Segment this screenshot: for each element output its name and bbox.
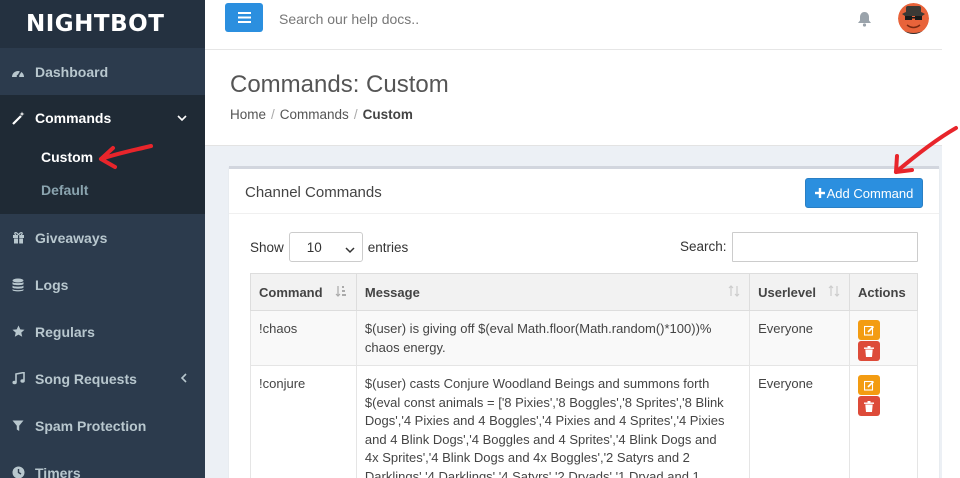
show-label: Show [250, 239, 284, 255]
sidebar-item-giveaways[interactable]: Giveaways [0, 214, 205, 261]
sidebar-item-regulars[interactable]: Regulars [0, 308, 205, 355]
delete-button[interactable] [858, 396, 880, 416]
trash-icon [864, 400, 874, 412]
show-entries: Show 10 entries [250, 232, 408, 262]
sidebar-item-label: Spam Protection [35, 417, 147, 434]
userlevel-cell: Everyone [749, 310, 850, 366]
gift-icon [11, 231, 25, 245]
hamburger-icon [237, 12, 251, 23]
breadcrumb: Home / Commands / Custom [230, 107, 413, 122]
magic-wand-icon [11, 111, 25, 125]
sidebar-subitem-default[interactable]: Default [0, 173, 205, 206]
delete-button[interactable] [858, 341, 880, 361]
edit-button[interactable] [858, 320, 880, 340]
entries-per-page-select[interactable]: 10 [288, 232, 363, 262]
column-header-userlevel[interactable]: Userlevel [749, 273, 850, 311]
sidebar-item-dashboard[interactable]: Dashboard [0, 48, 205, 95]
edit-icon [863, 325, 874, 336]
sidebar-item-commands[interactable]: Commands [0, 95, 205, 140]
breadcrumb-home[interactable]: Home [230, 107, 266, 122]
help-search-input[interactable] [279, 6, 739, 32]
breadcrumb-separator: / [353, 107, 358, 122]
commands-table: Command Message Userlevel Actions !chaos… [250, 273, 918, 478]
clock-icon [11, 466, 25, 478]
entries-value: 10 [306, 239, 322, 255]
plus-icon [814, 186, 825, 201]
content-header: Commands: Custom Home / Commands / Custo… [205, 50, 942, 146]
sidebar-item-label: Logs [35, 276, 69, 293]
music-icon [11, 372, 25, 386]
database-icon [11, 278, 25, 292]
chevron-left-icon [180, 372, 187, 386]
sort-icon [828, 285, 840, 300]
add-command-label: Add Command [826, 185, 914, 201]
chevron-down-icon [177, 111, 187, 125]
sidebar-item-logs[interactable]: Logs [0, 261, 205, 308]
sidebar-item-spam-protection[interactable]: Spam Protection [0, 402, 205, 449]
add-command-button[interactable]: Add Command [805, 178, 923, 208]
column-header-actions: Actions [849, 273, 918, 311]
sidebar-item-label: Dashboard [35, 63, 109, 80]
breadcrumb-custom: Custom [362, 107, 413, 122]
page-title: Commands: Custom [230, 71, 449, 98]
right-edge [942, 0, 960, 478]
sort-icon [728, 285, 740, 300]
message-cell: $(user) is giving off $(eval Math.floor(… [355, 310, 751, 366]
top-navbar [205, 0, 942, 50]
table-search-input[interactable] [732, 232, 918, 262]
entries-label: entries [367, 239, 409, 255]
table-row: !chaos $(user) is giving off $(eval Math… [250, 310, 918, 366]
sidebar: NIGHTBOT Dashboard Commands Custom Defau… [0, 0, 205, 478]
breadcrumb-commands[interactable]: Commands [280, 107, 349, 122]
breadcrumb-separator: / [271, 107, 275, 122]
userlevel-cell: Everyone [749, 365, 850, 478]
command-cell: !conjure [250, 365, 357, 478]
edit-button[interactable] [858, 375, 880, 395]
dashboard-icon [11, 65, 25, 79]
box-header: Channel Commands Add Command [229, 169, 939, 214]
sidebar-subitem-custom[interactable]: Custom [0, 140, 205, 173]
nightbot-logo[interactable]: NIGHTBOT [0, 0, 205, 48]
table-search-label: Search: [680, 239, 727, 254]
message-cell: $(user) casts Conjure Woodland Beings an… [355, 365, 751, 478]
actions-cell [849, 310, 918, 366]
column-header-command[interactable]: Command [250, 273, 357, 311]
edit-icon [863, 380, 874, 391]
command-cell: !chaos [250, 310, 357, 366]
actions-cell [849, 365, 918, 478]
user-avatar[interactable] [898, 3, 929, 34]
sidebar-item-label: Timers [35, 464, 81, 478]
logo-text: NIGHTBOT [26, 11, 165, 37]
sidebar-toggle-button[interactable] [225, 3, 263, 32]
sidebar-item-label: Song Requests [35, 370, 137, 387]
sidebar-item-label: Commands [35, 109, 112, 126]
sort-asc-icon [335, 285, 347, 300]
filter-icon [11, 419, 25, 433]
column-header-message[interactable]: Message [355, 273, 751, 311]
sidebar-item-timers[interactable]: Timers [0, 449, 205, 478]
trash-icon [864, 345, 874, 357]
star-icon [11, 325, 25, 339]
box-title: Channel Commands [245, 184, 382, 201]
table-row: !conjure $(user) casts Conjure Woodland … [250, 365, 918, 478]
commands-submenu: Custom Default [0, 140, 205, 214]
channel-commands-box: Channel Commands Add Command Show 10 ent… [229, 166, 939, 478]
chevron-down-icon [345, 242, 355, 257]
notifications-bell-icon[interactable] [857, 11, 872, 32]
sidebar-item-song-requests[interactable]: Song Requests [0, 355, 205, 402]
sidebar-item-label: Regulars [35, 323, 95, 340]
sidebar-item-label: Giveaways [35, 229, 108, 246]
